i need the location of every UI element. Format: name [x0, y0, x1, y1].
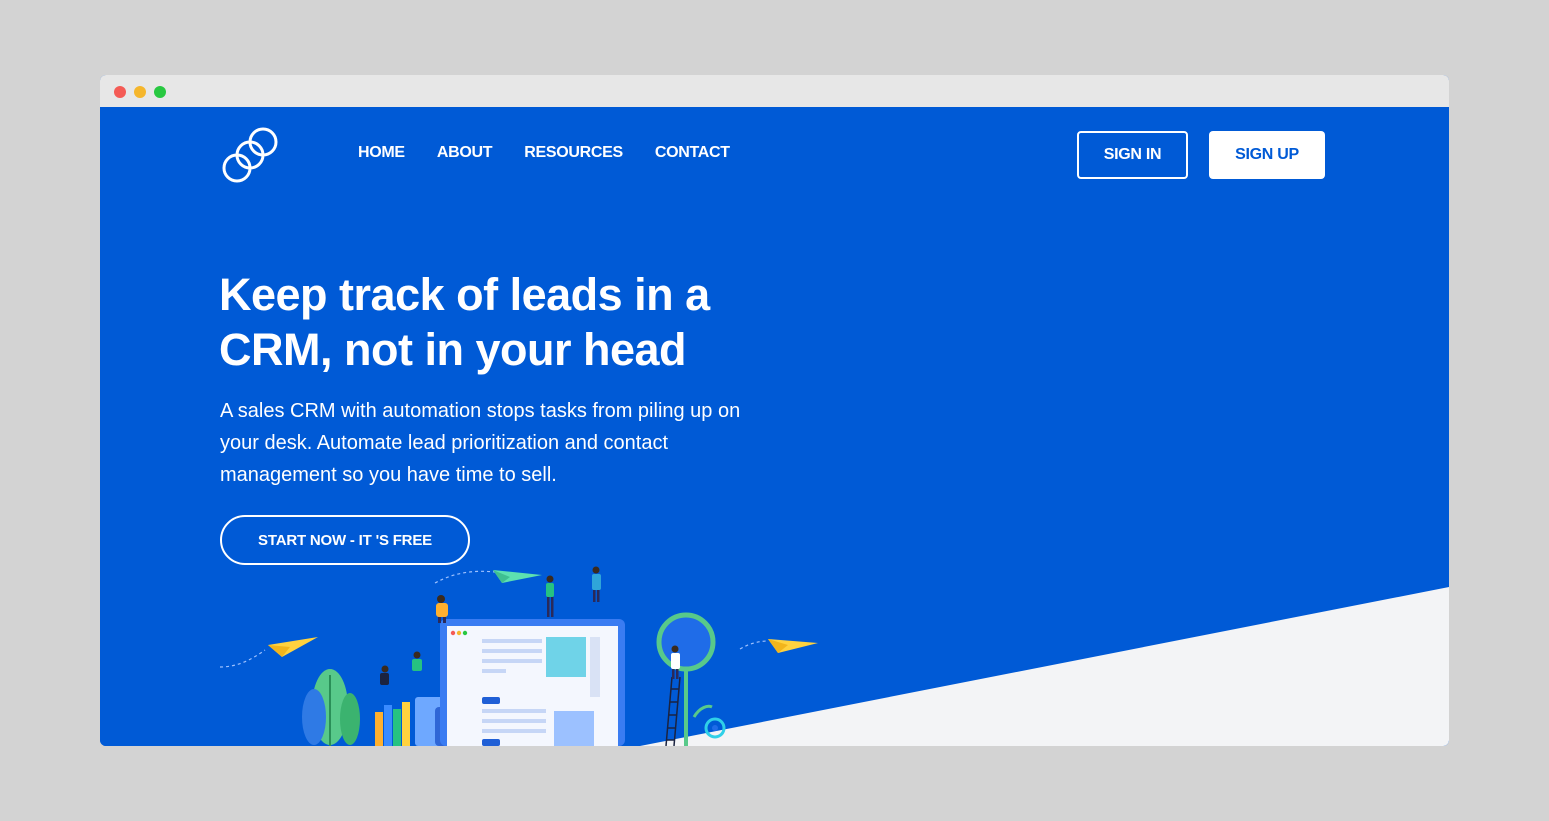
paper-plane-icon	[268, 637, 318, 657]
person-icon	[436, 595, 448, 623]
browser-window: HOME ABOUT RESOURCES CONTACT SIGN IN SIG…	[100, 75, 1449, 746]
main-nav: HOME ABOUT RESOURCES CONTACT	[358, 144, 730, 162]
person-icon	[412, 651, 422, 671]
maximize-dot-icon[interactable]	[154, 86, 166, 98]
hero-headline: Keep track of leads in a CRM, not in you…	[219, 269, 710, 375]
sign-up-button[interactable]: SIGN UP	[1209, 131, 1325, 179]
hero-subtext: A sales CRM with automation stops tasks …	[220, 400, 741, 486]
hero-illustration	[219, 566, 818, 746]
close-dot-icon[interactable]	[114, 86, 126, 98]
logo-icon[interactable]	[220, 125, 280, 185]
person-icon	[380, 665, 389, 685]
minimize-dot-icon[interactable]	[134, 86, 146, 98]
window-titlebar	[100, 75, 1449, 107]
person-icon	[546, 575, 554, 617]
landing-page: HOME ABOUT RESOURCES CONTACT SIGN IN SIG…	[100, 107, 1449, 746]
nav-contact[interactable]: CONTACT	[655, 144, 730, 162]
nav-about[interactable]: ABOUT	[437, 144, 493, 162]
paper-plane-icon	[768, 639, 818, 653]
sign-in-button[interactable]: SIGN IN	[1077, 131, 1188, 179]
person-icon	[592, 566, 601, 602]
paper-plane-icon	[493, 570, 542, 583]
nav-resources[interactable]: RESOURCES	[524, 144, 623, 162]
nav-home[interactable]: HOME	[358, 144, 405, 162]
